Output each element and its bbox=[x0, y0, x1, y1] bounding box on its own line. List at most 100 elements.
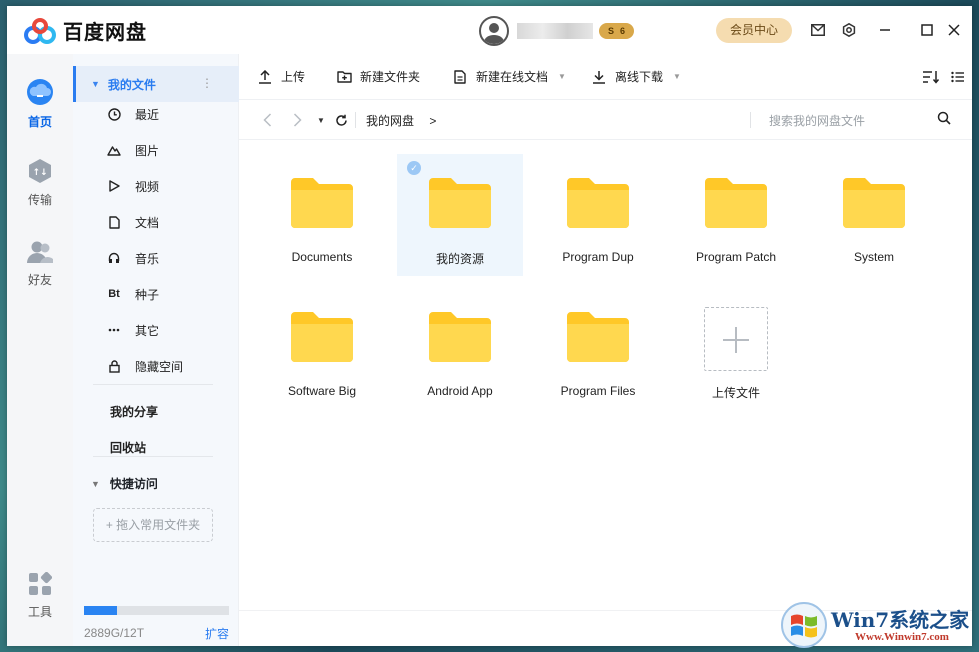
app-window: 百度网盘 S 6 会员中心 首页 ↑↓ 传输 好友 工具 ▼ 我的文件 ⋮ 最近… bbox=[7, 6, 972, 646]
folder-tile[interactable]: Program Patch bbox=[673, 154, 799, 276]
user-profile[interactable]: S 6 bbox=[479, 16, 635, 46]
watermark-url: Www.Winwin7.com bbox=[855, 631, 949, 643]
rail-label-home: 首页 bbox=[27, 115, 52, 129]
lock-icon bbox=[107, 359, 121, 373]
sidebar-item-torrents[interactable]: Bt 种子 bbox=[107, 284, 159, 304]
document-icon bbox=[107, 215, 121, 229]
download-icon bbox=[591, 69, 607, 85]
folder-icon bbox=[291, 312, 353, 362]
app-name: 百度网盘 bbox=[63, 22, 147, 44]
headphones-icon bbox=[107, 251, 121, 265]
play-icon bbox=[107, 179, 121, 193]
rail-item-transfer[interactable]: ↑↓ 传输 bbox=[7, 158, 73, 208]
more-vertical-icon[interactable]: ⋮ bbox=[201, 76, 213, 90]
folder-name: Program Files bbox=[560, 384, 636, 398]
toolbar: 上传 新建文件夹 新建在线文档 ▼ 离线下载 ▼ bbox=[239, 54, 972, 100]
sort-icon[interactable] bbox=[921, 67, 941, 87]
history-dropdown-icon[interactable]: ▼ bbox=[313, 112, 329, 128]
breadcrumb-root[interactable]: 我的网盘 bbox=[366, 114, 414, 128]
main-panel: 上传 新建文件夹 新建在线文档 ▼ 离线下载 ▼ ▼ 我的网盘 > 搜索我的网盘… bbox=[239, 54, 972, 646]
sidebar: ▼ 我的文件 ⋮ 最近 图片 视频 文档 音乐 Bt 种子 其它 隐藏空间 我的… bbox=[73, 54, 239, 646]
member-center-button[interactable]: 会员中心 bbox=[716, 18, 792, 43]
sidebar-item-my-share[interactable]: 我的分享 bbox=[110, 403, 158, 420]
dropdown-arrow-icon[interactable]: ▼ bbox=[558, 72, 566, 81]
app-logo: 百度网盘 bbox=[23, 16, 147, 45]
new-folder-label: 新建文件夹 bbox=[360, 70, 421, 84]
folder-plus-icon bbox=[336, 69, 352, 85]
rail-item-tools[interactable]: 工具 bbox=[7, 571, 73, 620]
new-online-doc-button[interactable]: 新建在线文档 ▼ bbox=[452, 68, 566, 85]
forward-arrow-icon[interactable] bbox=[289, 112, 305, 128]
expand-storage-link[interactable]: 扩容 bbox=[205, 625, 229, 642]
sidebar-item-my-files[interactable]: ▼ 我的文件 ⋮ bbox=[73, 66, 239, 102]
vip-level-number: 6 bbox=[620, 26, 626, 36]
caret-down-icon[interactable]: ▼ bbox=[91, 479, 100, 489]
sidebar-item-recent[interactable]: 最近 bbox=[107, 104, 159, 124]
upload-plus-box[interactable] bbox=[704, 307, 768, 371]
storage-quota-fill bbox=[84, 606, 118, 615]
minimize-icon[interactable] bbox=[875, 20, 895, 40]
quick-access-drop-zone[interactable]: + 拖入常用文件夹 bbox=[93, 508, 213, 542]
close-icon[interactable] bbox=[944, 20, 964, 40]
upload-label: 上传 bbox=[281, 70, 306, 84]
divider bbox=[93, 456, 213, 457]
upload-icon bbox=[257, 69, 273, 85]
checkmark-icon[interactable]: ✓ bbox=[407, 161, 421, 175]
my-files-label: 我的文件 bbox=[107, 77, 156, 92]
sidebar-item-videos[interactable]: 视频 bbox=[107, 176, 159, 196]
divider bbox=[93, 384, 213, 385]
caret-down-icon[interactable]: ▼ bbox=[91, 79, 100, 89]
folder-icon bbox=[567, 312, 629, 362]
sidebar-item-label: 种子 bbox=[135, 287, 160, 302]
folder-icon bbox=[291, 178, 353, 228]
cloud-icon bbox=[27, 79, 53, 105]
avatar[interactable] bbox=[479, 16, 509, 46]
sidebar-item-pictures[interactable]: 图片 bbox=[107, 140, 159, 160]
folder-tile[interactable]: Program Dup bbox=[535, 154, 661, 276]
refresh-icon[interactable] bbox=[333, 112, 349, 128]
folder-icon bbox=[705, 178, 767, 228]
sidebar-item-others[interactable]: 其它 bbox=[107, 320, 159, 340]
maximize-icon[interactable] bbox=[917, 20, 937, 40]
mail-icon[interactable] bbox=[808, 20, 828, 40]
vip-level-badge[interactable]: S 6 bbox=[599, 23, 635, 39]
folder-name: 我的资源 bbox=[435, 252, 484, 266]
folder-tile[interactable]: Documents bbox=[259, 154, 385, 276]
dropdown-arrow-icon[interactable]: ▼ bbox=[673, 72, 681, 81]
search-input[interactable]: 搜索我的网盘文件 bbox=[769, 112, 865, 129]
folder-icon bbox=[429, 312, 491, 362]
folder-name: Android App bbox=[427, 384, 493, 398]
offline-download-label: 离线下载 bbox=[615, 70, 664, 84]
sidebar-item-label: 其它 bbox=[135, 323, 160, 338]
new-folder-button[interactable]: 新建文件夹 bbox=[336, 68, 420, 85]
rail-item-friends[interactable]: 好友 bbox=[7, 240, 73, 288]
mountain-icon bbox=[107, 143, 121, 157]
back-arrow-icon[interactable] bbox=[259, 112, 275, 128]
divider bbox=[355, 112, 356, 128]
list-view-icon[interactable] bbox=[948, 67, 968, 87]
rail-item-home[interactable]: 首页 bbox=[7, 78, 73, 130]
offline-download-button[interactable]: 离线下载 ▼ bbox=[591, 68, 681, 85]
folder-name: Program Patch bbox=[695, 250, 777, 264]
folder-tile[interactable]: Software Big bbox=[259, 288, 385, 410]
sidebar-item-documents[interactable]: 文档 bbox=[107, 212, 159, 232]
folder-tile[interactable]: Program Files bbox=[535, 288, 661, 410]
folder-tile[interactable]: System bbox=[811, 154, 937, 276]
settings-gear-icon[interactable] bbox=[839, 20, 859, 40]
quick-access-header[interactable]: ▼ 快捷访问 bbox=[91, 475, 158, 492]
breadcrumb[interactable]: 我的网盘 > bbox=[366, 112, 436, 129]
folder-tile[interactable]: Android App bbox=[397, 288, 523, 410]
folder-tile-selected[interactable]: ✓ 我的资源 bbox=[397, 154, 523, 276]
friends-icon bbox=[27, 241, 53, 263]
more-dots-icon bbox=[107, 323, 121, 337]
sidebar-item-music[interactable]: 音乐 bbox=[107, 248, 159, 268]
folder-icon bbox=[843, 178, 905, 228]
upload-file-tile[interactable]: 上传文件 bbox=[673, 288, 799, 410]
sidebar-item-recycle-bin[interactable]: 回收站 bbox=[110, 439, 146, 456]
search-icon[interactable] bbox=[937, 111, 951, 128]
divider bbox=[750, 112, 751, 128]
upload-button[interactable]: 上传 bbox=[257, 68, 305, 85]
sidebar-item-hidden-space[interactable]: 隐藏空间 bbox=[107, 356, 183, 376]
new-online-doc-label: 新建在线文档 bbox=[476, 70, 549, 84]
sidebar-item-label: 视频 bbox=[135, 179, 160, 194]
